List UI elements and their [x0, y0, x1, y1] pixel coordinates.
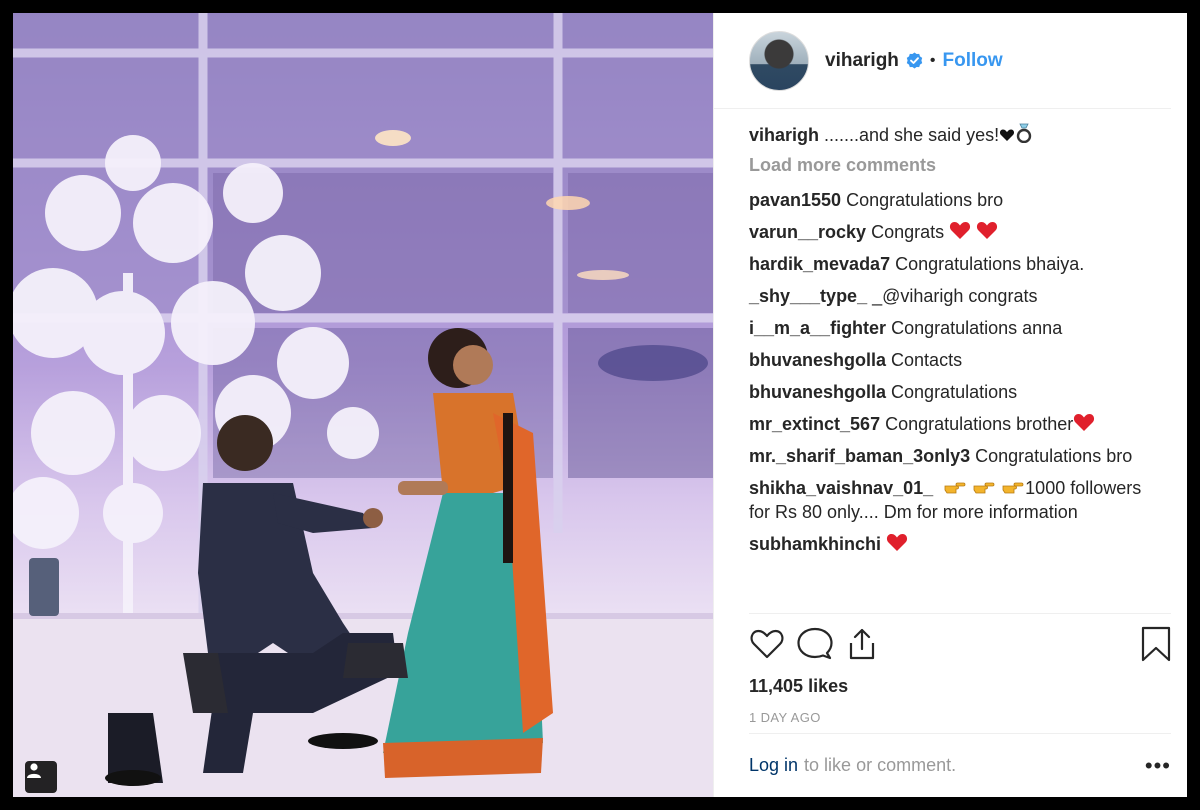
comment-text: Congratulations bhaiya.: [895, 254, 1085, 274]
comment-username[interactable]: varun__rocky: [749, 222, 866, 242]
comment-item: varun__rocky Congrats: [749, 220, 1167, 244]
comment-text: Congratulations anna: [891, 318, 1063, 338]
avatar[interactable]: [749, 30, 809, 91]
comment-item: mr_extinct_567 Congratulations brother: [749, 412, 1167, 436]
likes-count[interactable]: 11,405 likes: [749, 676, 1171, 697]
user-tag-icon: [27, 763, 41, 778]
photo-illustration: [13, 13, 713, 797]
pointing-hand-icon: [973, 482, 995, 494]
caption: viharigh .......and she said yes!: [749, 123, 1167, 147]
red-heart-icon: [886, 534, 908, 551]
share-button[interactable]: [845, 624, 893, 664]
comment-username[interactable]: subhamkhinchi: [749, 534, 881, 554]
header-username[interactable]: viharigh: [825, 50, 899, 72]
action-bar: [749, 614, 1171, 674]
comment-username[interactable]: _shy___type_: [749, 286, 867, 306]
comment-text: Congratulations bro: [975, 446, 1133, 466]
login-link[interactable]: Log in: [749, 755, 798, 776]
red-heart-icon: [1074, 414, 1095, 431]
comment-button[interactable]: [797, 624, 845, 664]
separator-dot: •: [929, 51, 936, 69]
pointing-hand-icon: [944, 482, 966, 494]
login-prompt-text: to like or comment.: [804, 755, 957, 775]
comment-item: _shy___type_ _@viharigh congrats: [749, 284, 1167, 308]
post-footer: Log in to like or comment. •••: [749, 733, 1171, 797]
comment-item: bhuvaneshgolla Contacts: [749, 348, 1167, 372]
comment-username[interactable]: shikha_vaishnav_01_: [749, 478, 933, 498]
share-icon: [849, 628, 875, 660]
caption-text: .......and she said yes!: [824, 125, 1000, 145]
comment-item: subhamkhinchi: [749, 532, 1167, 556]
bookmark-icon: [1141, 626, 1171, 662]
comment-item: hardik_mevada7 Congratulations bhaiya.: [749, 252, 1167, 276]
post-side-panel: viharigh • Follow viharigh .......and she…: [713, 13, 1187, 797]
comment-username[interactable]: bhuvaneshgolla: [749, 350, 886, 370]
comment-item: i__m_a__fighter Congratulations anna: [749, 316, 1167, 340]
user-tag-button[interactable]: [25, 761, 57, 793]
comment-username[interactable]: mr._sharif_baman_3only3: [749, 446, 970, 466]
comment-item: bhuvaneshgolla Congratulations: [749, 380, 1167, 404]
comment-text: Congratulations brother: [885, 414, 1074, 434]
post-timestamp[interactable]: 1 DAY AGO: [749, 710, 1171, 725]
post-actions-area: 11,405 likes 1 DAY AGO: [749, 613, 1171, 725]
post-photo[interactable]: [13, 13, 713, 797]
comment-item: shikha_vaishnav_01_ 1000 followers for R…: [749, 476, 1167, 524]
post-header: viharigh • Follow: [714, 13, 1171, 109]
save-button[interactable]: [1131, 624, 1171, 664]
comment-username[interactable]: bhuvaneshgolla: [749, 382, 886, 402]
comment-text: _@viharigh congrats: [872, 286, 1038, 306]
comment-text: Congratulations: [891, 382, 1018, 402]
comment-item: pavan1550 Congratulations bro: [749, 188, 1167, 212]
pointing-hand-icon: [1002, 482, 1024, 494]
verified-badge-icon: [906, 52, 923, 69]
like-button[interactable]: [749, 624, 797, 664]
follow-button[interactable]: Follow: [943, 50, 1003, 72]
comment-username[interactable]: hardik_mevada7: [749, 254, 890, 274]
comment-text: Contacts: [891, 350, 963, 370]
comment-text: Congratulations bro: [846, 190, 1004, 210]
comment-username[interactable]: mr_extinct_567: [749, 414, 880, 434]
red-heart-icon: [950, 222, 971, 239]
caption-username[interactable]: viharigh: [749, 125, 819, 145]
post-container: viharigh • Follow viharigh .......and she…: [13, 13, 1187, 797]
more-options-button[interactable]: •••: [1145, 753, 1171, 779]
ring-icon: [1016, 123, 1032, 143]
comment-username[interactable]: pavan1550: [749, 190, 841, 210]
comment-icon: [797, 627, 833, 660]
comments-list: viharigh .......and she said yes! Load mo…: [714, 109, 1187, 615]
heart-icon: [750, 629, 784, 659]
load-more-comments-button[interactable]: Load more comments: [749, 155, 1167, 176]
comment-username[interactable]: i__m_a__fighter: [749, 318, 886, 338]
comment-text: Congrats: [871, 222, 945, 242]
comment-item: mr._sharif_baman_3only3 Congratulations b…: [749, 444, 1167, 468]
black-heart-icon: [1000, 129, 1015, 141]
red-heart-icon: [977, 222, 998, 239]
